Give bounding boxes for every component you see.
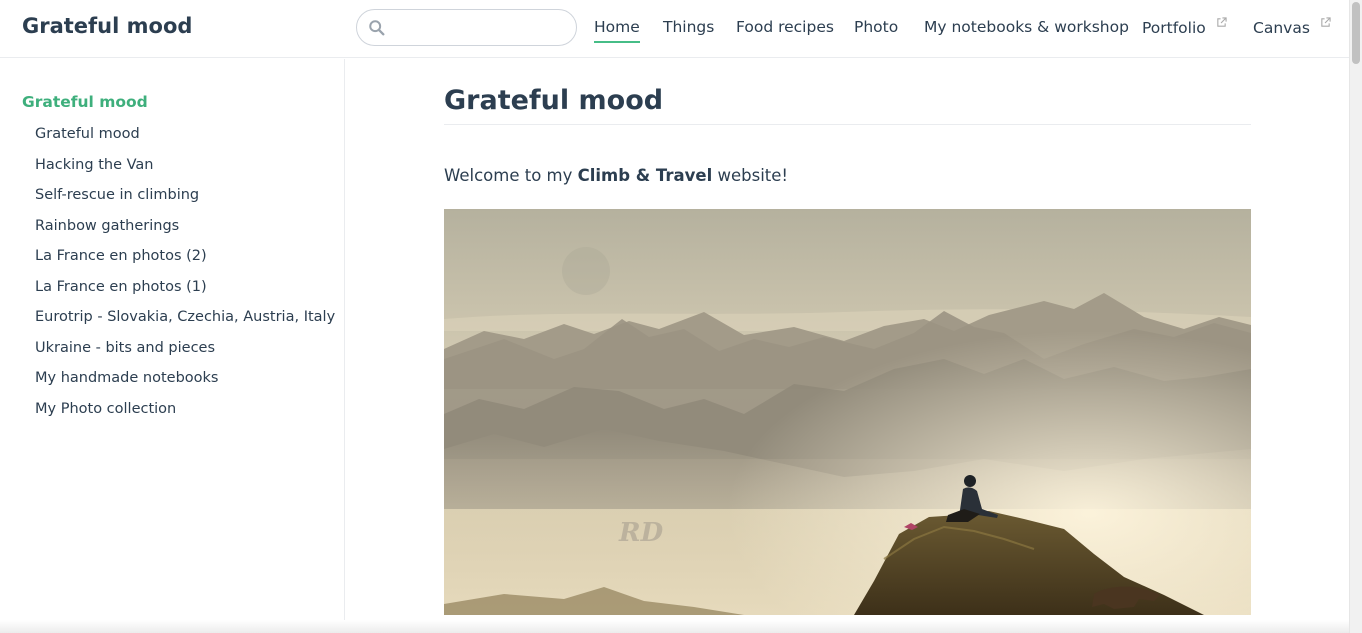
welcome-text: Welcome to my Climb & Travel website!: [444, 166, 788, 185]
scrollbar-track[interactable]: [1349, 0, 1362, 633]
nav-home[interactable]: Home: [594, 17, 640, 43]
mountain-landscape-photo: RD: [444, 209, 1251, 615]
hero-image: RD: [444, 209, 1251, 615]
sidebar-item-grateful-mood[interactable]: Grateful mood: [35, 126, 140, 142]
nav-photo-label: Photo: [854, 18, 899, 36]
sidebar-item-ukraine[interactable]: Ukraine - bits and pieces: [35, 340, 215, 356]
nav-notebooks-workshop-label: My notebooks & workshop: [924, 18, 1129, 36]
scrollbar-thumb[interactable]: [1352, 2, 1360, 64]
search-input[interactable]: [393, 16, 568, 40]
nav-portfolio[interactable]: Portfolio: [1142, 17, 1227, 38]
page-title: Grateful mood: [444, 85, 1251, 125]
nav-notebooks-workshop[interactable]: My notebooks & workshop: [924, 17, 1129, 37]
sidebar-item-self-rescue[interactable]: Self-rescue in climbing: [35, 187, 199, 203]
site-name[interactable]: Grateful mood: [22, 14, 192, 38]
nav-canvas[interactable]: Canvas: [1253, 17, 1331, 38]
external-link-icon: [1321, 17, 1331, 27]
nav-things[interactable]: Things: [663, 17, 714, 37]
nav-canvas-label: Canvas: [1253, 19, 1310, 37]
welcome-text-end: website!: [712, 166, 789, 185]
bottom-shade: [0, 620, 1349, 633]
nav-home-label: Home: [594, 18, 640, 36]
sidebar-item-photo-collection[interactable]: My Photo collection: [35, 401, 176, 417]
nav-food-recipes[interactable]: Food recipes: [736, 17, 834, 37]
search-box[interactable]: [356, 9, 577, 46]
sidebar-item-eurotrip[interactable]: Eurotrip - Slovakia, Czechia, Austria, I…: [35, 309, 335, 325]
sidebar-item-la-france-1[interactable]: La France en photos (1): [35, 279, 207, 295]
sidebar: Grateful mood Grateful mood Hacking the …: [0, 59, 345, 633]
top-navbar: Grateful mood Home Things Food recipes P…: [0, 0, 1349, 58]
welcome-text-start: Welcome to my: [444, 166, 578, 185]
external-link-icon: [1216, 17, 1227, 27]
welcome-text-highlight: Climb & Travel: [577, 166, 713, 185]
sidebar-item-rainbow-gatherings[interactable]: Rainbow gatherings: [35, 218, 179, 234]
nav-things-label: Things: [663, 18, 715, 36]
nav-photo[interactable]: Photo: [854, 17, 898, 37]
sidebar-item-hacking-the-van[interactable]: Hacking the Van: [35, 157, 153, 173]
nav-portfolio-label: Portfolio: [1142, 19, 1206, 37]
nav-food-recipes-label: Food recipes: [736, 18, 834, 36]
sidebar-heading[interactable]: Grateful mood: [22, 93, 148, 111]
sidebar-item-la-france-2[interactable]: La France en photos (2): [35, 248, 207, 264]
sidebar-item-handmade-notebooks[interactable]: My handmade notebooks: [35, 370, 218, 386]
search-icon: [369, 20, 385, 36]
photo-watermark: RD: [618, 518, 664, 548]
